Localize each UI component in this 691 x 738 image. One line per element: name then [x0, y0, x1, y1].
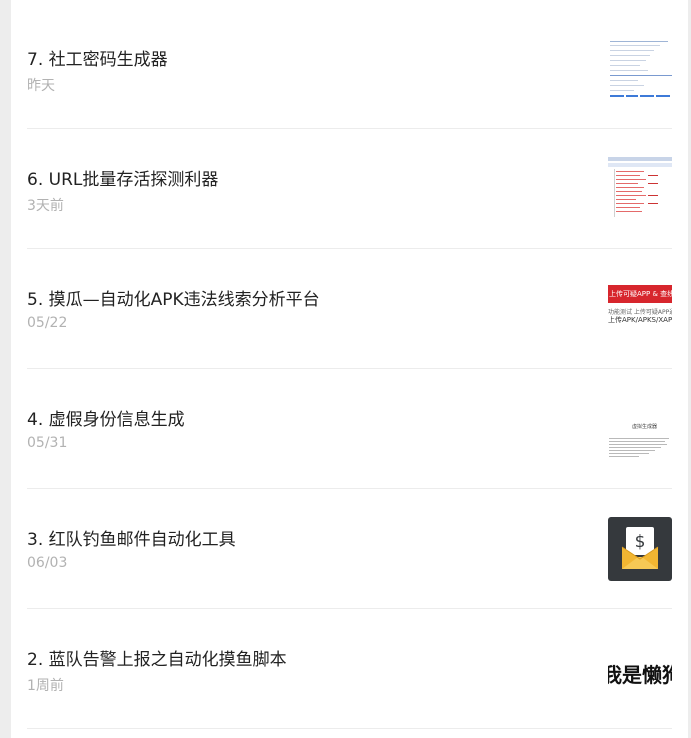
article-date: 昨天	[27, 78, 55, 94]
article-title[interactable]: 7. 社工密码生成器	[27, 45, 168, 70]
article-title[interactable]: 6. URL批量存活探测利器	[27, 165, 218, 190]
article-thumbnail[interactable]	[608, 157, 672, 221]
article-date: 05/31	[27, 435, 68, 451]
article-thumbnail[interactable]	[608, 37, 672, 101]
article-date: 05/22	[27, 315, 68, 331]
article-thumbnail[interactable]: 虚拟生成器	[608, 397, 672, 461]
article-thumbnail[interactable]: 我是懒狗	[608, 637, 672, 701]
thumbnail-caption: 上传APK/APKS/XAPK	[608, 316, 672, 324]
list-item[interactable]: 7. 社工密码生成器 昨天	[27, 9, 672, 129]
article-title[interactable]: 2. 蓝队告警上报之自动化摸鱼脚本	[27, 645, 287, 670]
svg-text:$: $	[635, 532, 646, 552]
list-item[interactable]: 6. URL批量存活探测利器 3天前	[27, 129, 672, 249]
article-list-card: 7. 社工密码生成器 昨天 6. URL批量存活探测利器 3天前 5. 摸瓜—自…	[11, 0, 688, 738]
article-date: 06/03	[27, 555, 68, 571]
article-date: 1周前	[27, 678, 64, 694]
article-list: 7. 社工密码生成器 昨天 6. URL批量存活探测利器 3天前 5. 摸瓜—自…	[27, 9, 672, 729]
list-item[interactable]: 4. 虚假身份信息生成 05/31 虚拟生成器	[27, 369, 672, 489]
thumbnail-text: 我是懒狗	[608, 663, 672, 687]
article-thumbnail[interactable]: $	[608, 517, 672, 581]
list-item[interactable]: 5. 摸瓜—自动化APK违法线索分析平台 05/22 上传可疑APP & 查线 …	[27, 249, 672, 369]
list-item[interactable]: 3. 红队钓鱼邮件自动化工具 06/03 $	[27, 489, 672, 609]
thumbnail-heading: 虚拟生成器	[632, 424, 658, 430]
thumbnail-banner-text: 上传可疑APP & 查线	[608, 285, 672, 303]
money-mail-icon: $	[621, 527, 659, 569]
article-thumbnail[interactable]: 上传可疑APP & 查线 功能测试 上传可疑APP通过检测 上传APK/APKS…	[608, 277, 672, 341]
article-title[interactable]: 4. 虚假身份信息生成	[27, 405, 185, 430]
list-item[interactable]: 2. 蓝队告警上报之自动化摸鱼脚本 1周前 我是懒狗	[27, 609, 672, 729]
article-date: 3天前	[27, 198, 64, 214]
article-title[interactable]: 5. 摸瓜—自动化APK违法线索分析平台	[27, 285, 320, 310]
article-title[interactable]: 3. 红队钓鱼邮件自动化工具	[27, 525, 236, 550]
